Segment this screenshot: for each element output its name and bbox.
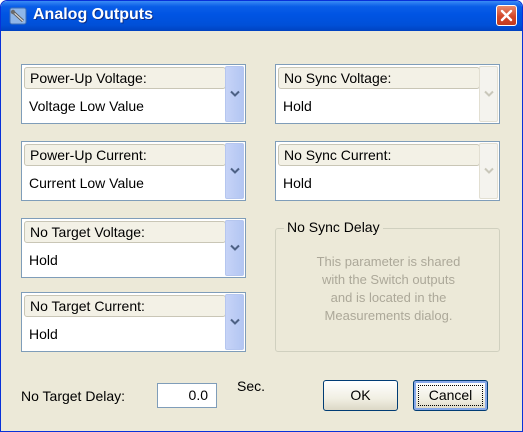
window-title: Analog Outputs bbox=[33, 6, 153, 23]
note-line: Measurements dialog. bbox=[324, 308, 453, 323]
close-button[interactable] bbox=[496, 5, 517, 26]
power-up-current-value[interactable]: Current Low Value bbox=[24, 172, 229, 194]
chevron-down-icon bbox=[230, 318, 240, 325]
no-sync-delay-note: This parameter is shared with the Switch… bbox=[280, 253, 497, 325]
no-sync-current-label: No Sync Current: bbox=[278, 144, 480, 166]
close-icon bbox=[500, 9, 513, 22]
analog-outputs-dialog: Analog Outputs Power-Up Voltage: Voltage… bbox=[0, 0, 523, 432]
chevron-down-icon bbox=[230, 90, 240, 97]
no-target-delay-label: No Target Delay: bbox=[21, 388, 126, 404]
no-target-voltage-label: No Target Voltage: bbox=[24, 221, 226, 243]
no-sync-current-combo: No Sync Current: Hold bbox=[275, 141, 500, 201]
chevron-down-icon bbox=[484, 90, 494, 97]
ok-button[interactable]: OK bbox=[323, 380, 398, 411]
power-up-voltage-value[interactable]: Voltage Low Value bbox=[24, 95, 229, 117]
title-bar[interactable]: Analog Outputs bbox=[1, 1, 522, 31]
power-up-current-dropdown-button[interactable] bbox=[225, 143, 244, 199]
no-target-current-value[interactable]: Hold bbox=[24, 323, 229, 345]
app-icon bbox=[9, 7, 27, 25]
chevron-down-icon bbox=[484, 167, 494, 174]
no-target-current-combo[interactable]: No Target Current: Hold bbox=[21, 292, 246, 352]
no-target-voltage-dropdown-button[interactable] bbox=[225, 220, 244, 276]
no-sync-voltage-combo: No Sync Voltage: Hold bbox=[275, 64, 500, 124]
no-sync-delay-group: No Sync Delay This parameter is shared w… bbox=[275, 219, 500, 352]
no-sync-delay-title: No Sync Delay bbox=[284, 219, 383, 235]
power-up-current-label: Power-Up Current: bbox=[24, 144, 226, 166]
chevron-down-icon bbox=[230, 244, 240, 251]
note-line: This parameter is shared bbox=[316, 254, 461, 269]
no-target-voltage-combo[interactable]: No Target Voltage: Hold bbox=[21, 218, 246, 278]
no-target-delay-input[interactable]: 0.0 bbox=[157, 383, 217, 408]
note-line: with the Switch outputs bbox=[322, 272, 455, 287]
focus-rect bbox=[418, 385, 483, 406]
power-up-voltage-dropdown-button[interactable] bbox=[225, 66, 244, 122]
power-up-voltage-combo[interactable]: Power-Up Voltage: Voltage Low Value bbox=[21, 64, 246, 124]
dialog-body: Power-Up Voltage: Voltage Low Value Powe… bbox=[5, 31, 518, 427]
no-target-current-label: No Target Current: bbox=[24, 295, 226, 317]
note-line: and is located in the bbox=[330, 290, 447, 305]
no-sync-voltage-value: Hold bbox=[283, 98, 312, 114]
power-up-voltage-label: Power-Up Voltage: bbox=[24, 67, 226, 89]
no-sync-current-dropdown-button bbox=[479, 143, 498, 199]
no-target-voltage-value[interactable]: Hold bbox=[24, 249, 229, 271]
power-up-current-combo[interactable]: Power-Up Current: Current Low Value bbox=[21, 141, 246, 201]
chevron-down-icon bbox=[230, 167, 240, 174]
no-sync-voltage-dropdown-button bbox=[479, 66, 498, 122]
no-target-current-dropdown-button[interactable] bbox=[225, 294, 244, 350]
no-sync-current-value: Hold bbox=[283, 175, 312, 191]
no-sync-voltage-label: No Sync Voltage: bbox=[278, 67, 480, 89]
cancel-button[interactable]: Cancel bbox=[413, 380, 488, 411]
no-target-delay-unit: Sec. bbox=[237, 378, 266, 394]
